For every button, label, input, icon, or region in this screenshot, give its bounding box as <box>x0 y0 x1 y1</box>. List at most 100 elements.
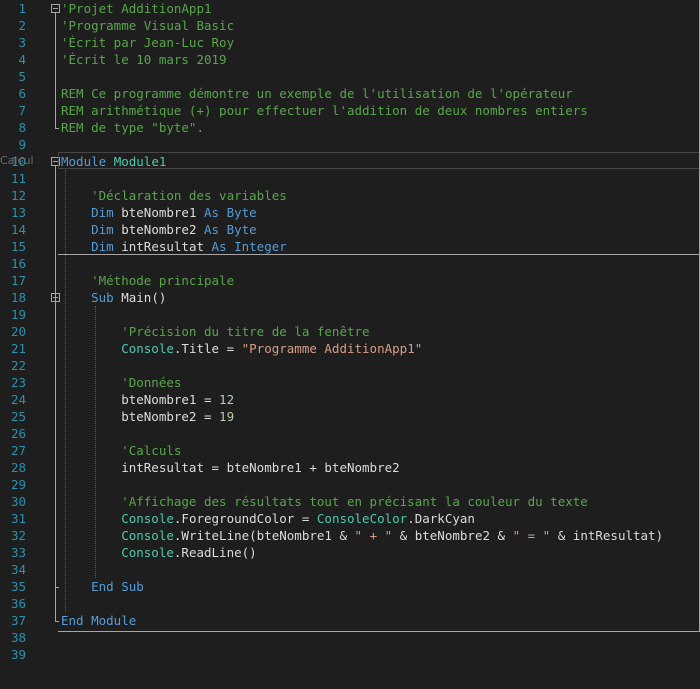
line-number: 24 <box>10 392 26 407</box>
code-line[interactable]: End Module <box>61 612 136 629</box>
code-line[interactable]: Console.Title = "Programme AdditionApp1" <box>61 340 422 357</box>
line-number: 1 <box>18 1 26 16</box>
line-number: 16 <box>10 256 26 271</box>
code-token: & bteNombre2 & <box>392 528 513 543</box>
code-editor[interactable]: 1 2 3 4 5 6 7 8 9 10 11 12 13 14 15 16 17 18 19 20 21 22 23 24 2… <box>0 0 700 689</box>
code-line[interactable]: bteNombre1 = 12 <box>61 391 234 408</box>
code-line[interactable]: 'Précision du titre de la fenêtre <box>61 323 369 340</box>
code-token: Main() <box>121 290 167 305</box>
code-line[interactable]: 'Déclaration des variables <box>61 187 287 204</box>
code-line[interactable]: Sub Main() <box>61 289 166 306</box>
code-token: Dim <box>61 205 122 220</box>
line-number: 36 <box>10 596 26 611</box>
sub-indent-guide <box>95 306 96 578</box>
code-token: 'Données <box>61 375 182 390</box>
code-line[interactable]: 'Méthode principale <box>61 272 234 289</box>
code-token: Sub <box>121 579 144 594</box>
code-token: Console <box>61 511 174 526</box>
line-number: 37 <box>10 613 26 628</box>
code-line[interactable]: 'Écrit par Jean-Luc Roy <box>61 34 234 51</box>
code-token: bteNombre1 = <box>61 392 220 407</box>
code-token: Console <box>61 528 174 543</box>
code-line[interactable]: Dim bteNombre1 As Byte <box>61 204 257 221</box>
code-token: As <box>204 222 227 237</box>
code-token: Console <box>61 341 174 356</box>
code-token: .Title = <box>173 341 242 356</box>
code-token: 19 <box>219 409 235 424</box>
code-line[interactable]: Dim intResultat As Integer <box>61 238 287 255</box>
code-line[interactable]: Console.ForegroundColor = ConsoleColor.D… <box>61 510 475 527</box>
code-token: Integer <box>234 239 287 254</box>
line-number: 3 <box>18 35 26 50</box>
line-number: 28 <box>10 460 26 475</box>
code-token: bteNombre1 <box>121 205 205 220</box>
code-line[interactable]: bteNombre2 = 19 <box>61 408 234 425</box>
code-token: As <box>204 205 227 220</box>
line-number: 11 <box>10 171 26 186</box>
floating-tab-label: Calcul <box>0 154 34 167</box>
line-number: 23 <box>10 375 26 390</box>
code-token: 'Calculs <box>61 443 182 458</box>
code-token: REM arithmétique (+) pour effectuer l'ad… <box>61 103 588 118</box>
line-number: 33 <box>10 545 26 560</box>
code-line[interactable]: 'Projet AdditionApp1 <box>61 0 212 17</box>
code-line[interactable]: REM Ce programme démontre un exemple de … <box>61 85 573 102</box>
line-number: 6 <box>18 86 26 101</box>
line-number: 15 <box>10 239 26 254</box>
code-line[interactable]: intResultat = bteNombre1 + bteNombre2 <box>61 459 399 476</box>
line-number: 26 <box>10 426 26 441</box>
code-token: .WriteLine(bteNombre1 & <box>173 528 355 543</box>
code-line[interactable]: Console.ReadLine() <box>61 544 257 561</box>
code-line[interactable]: Dim bteNombre2 As Byte <box>61 221 257 238</box>
code-line[interactable]: 'Calculs <box>61 442 181 459</box>
code-token: End <box>61 613 92 628</box>
line-number: 22 <box>10 358 26 373</box>
code-line[interactable]: REM arithmétique (+) pour effectuer l'ad… <box>61 102 588 119</box>
code-token: .ForegroundColor = <box>173 511 317 526</box>
line-number: 29 <box>10 477 26 492</box>
code-line[interactable]: 'Écrit le 10 mars 2019 <box>61 51 227 68</box>
code-line[interactable]: 'Programme Visual Basic <box>61 17 234 34</box>
code-line[interactable]: REM de type "byte". <box>61 119 204 136</box>
code-line[interactable]: End Sub <box>61 578 144 595</box>
line-number: 18 <box>10 290 26 305</box>
line-number: 32 <box>10 528 26 543</box>
line-number-gutter: 1 2 3 4 5 6 7 8 9 10 11 12 13 14 15 16 17 18 19 20 21 22 23 24 2… <box>0 0 30 689</box>
code-line[interactable]: Module Module1 <box>61 153 166 170</box>
code-token: Dim <box>61 239 122 254</box>
code-token: intResultat <box>121 239 212 254</box>
collapse-comment-block-icon[interactable] <box>51 4 60 13</box>
code-line[interactable]: Console.WriteLine(bteNombre1 & " + " & b… <box>61 527 663 544</box>
outlining-margin <box>30 0 60 689</box>
code-token: bteNombre2 = <box>61 409 220 424</box>
code-token: Sub <box>61 290 122 305</box>
code-line[interactable]: 'Données <box>61 374 181 391</box>
code-token: .ReadLine() <box>173 545 257 560</box>
code-token: & intResultat) <box>550 528 664 543</box>
code-token: 'Écrit le 10 mars 2019 <box>61 52 227 67</box>
sub-fold-line-end <box>55 587 59 588</box>
code-token: Module <box>91 613 137 628</box>
comment-block-fold-line <box>55 13 56 128</box>
collapse-sub-icon[interactable] <box>51 293 60 302</box>
code-token: As <box>211 239 235 254</box>
line-number: 19 <box>10 307 26 322</box>
code-token: Byte <box>226 222 257 237</box>
line-number: 5 <box>18 69 26 84</box>
sub-fold-line <box>55 302 56 587</box>
module-outline-bottom-edge <box>58 631 700 632</box>
line-number: 20 <box>10 324 26 339</box>
code-token: 'Méthode principale <box>61 273 235 288</box>
code-token: 'Déclaration des variables <box>61 188 287 203</box>
line-number: 39 <box>10 647 26 662</box>
code-line[interactable]: 'Affichage des résultats tout en précisa… <box>61 493 588 510</box>
line-number: 12 <box>10 188 26 203</box>
module-fold-line-end <box>55 621 59 622</box>
line-number: 14 <box>10 222 26 237</box>
code-token: 'Programme Visual Basic <box>61 18 235 33</box>
code-token: Dim <box>61 222 122 237</box>
code-token: 12 <box>219 392 235 407</box>
line-number: 30 <box>10 494 26 509</box>
code-token: " = " <box>512 528 551 543</box>
code-token: ConsoleColor <box>316 511 408 526</box>
